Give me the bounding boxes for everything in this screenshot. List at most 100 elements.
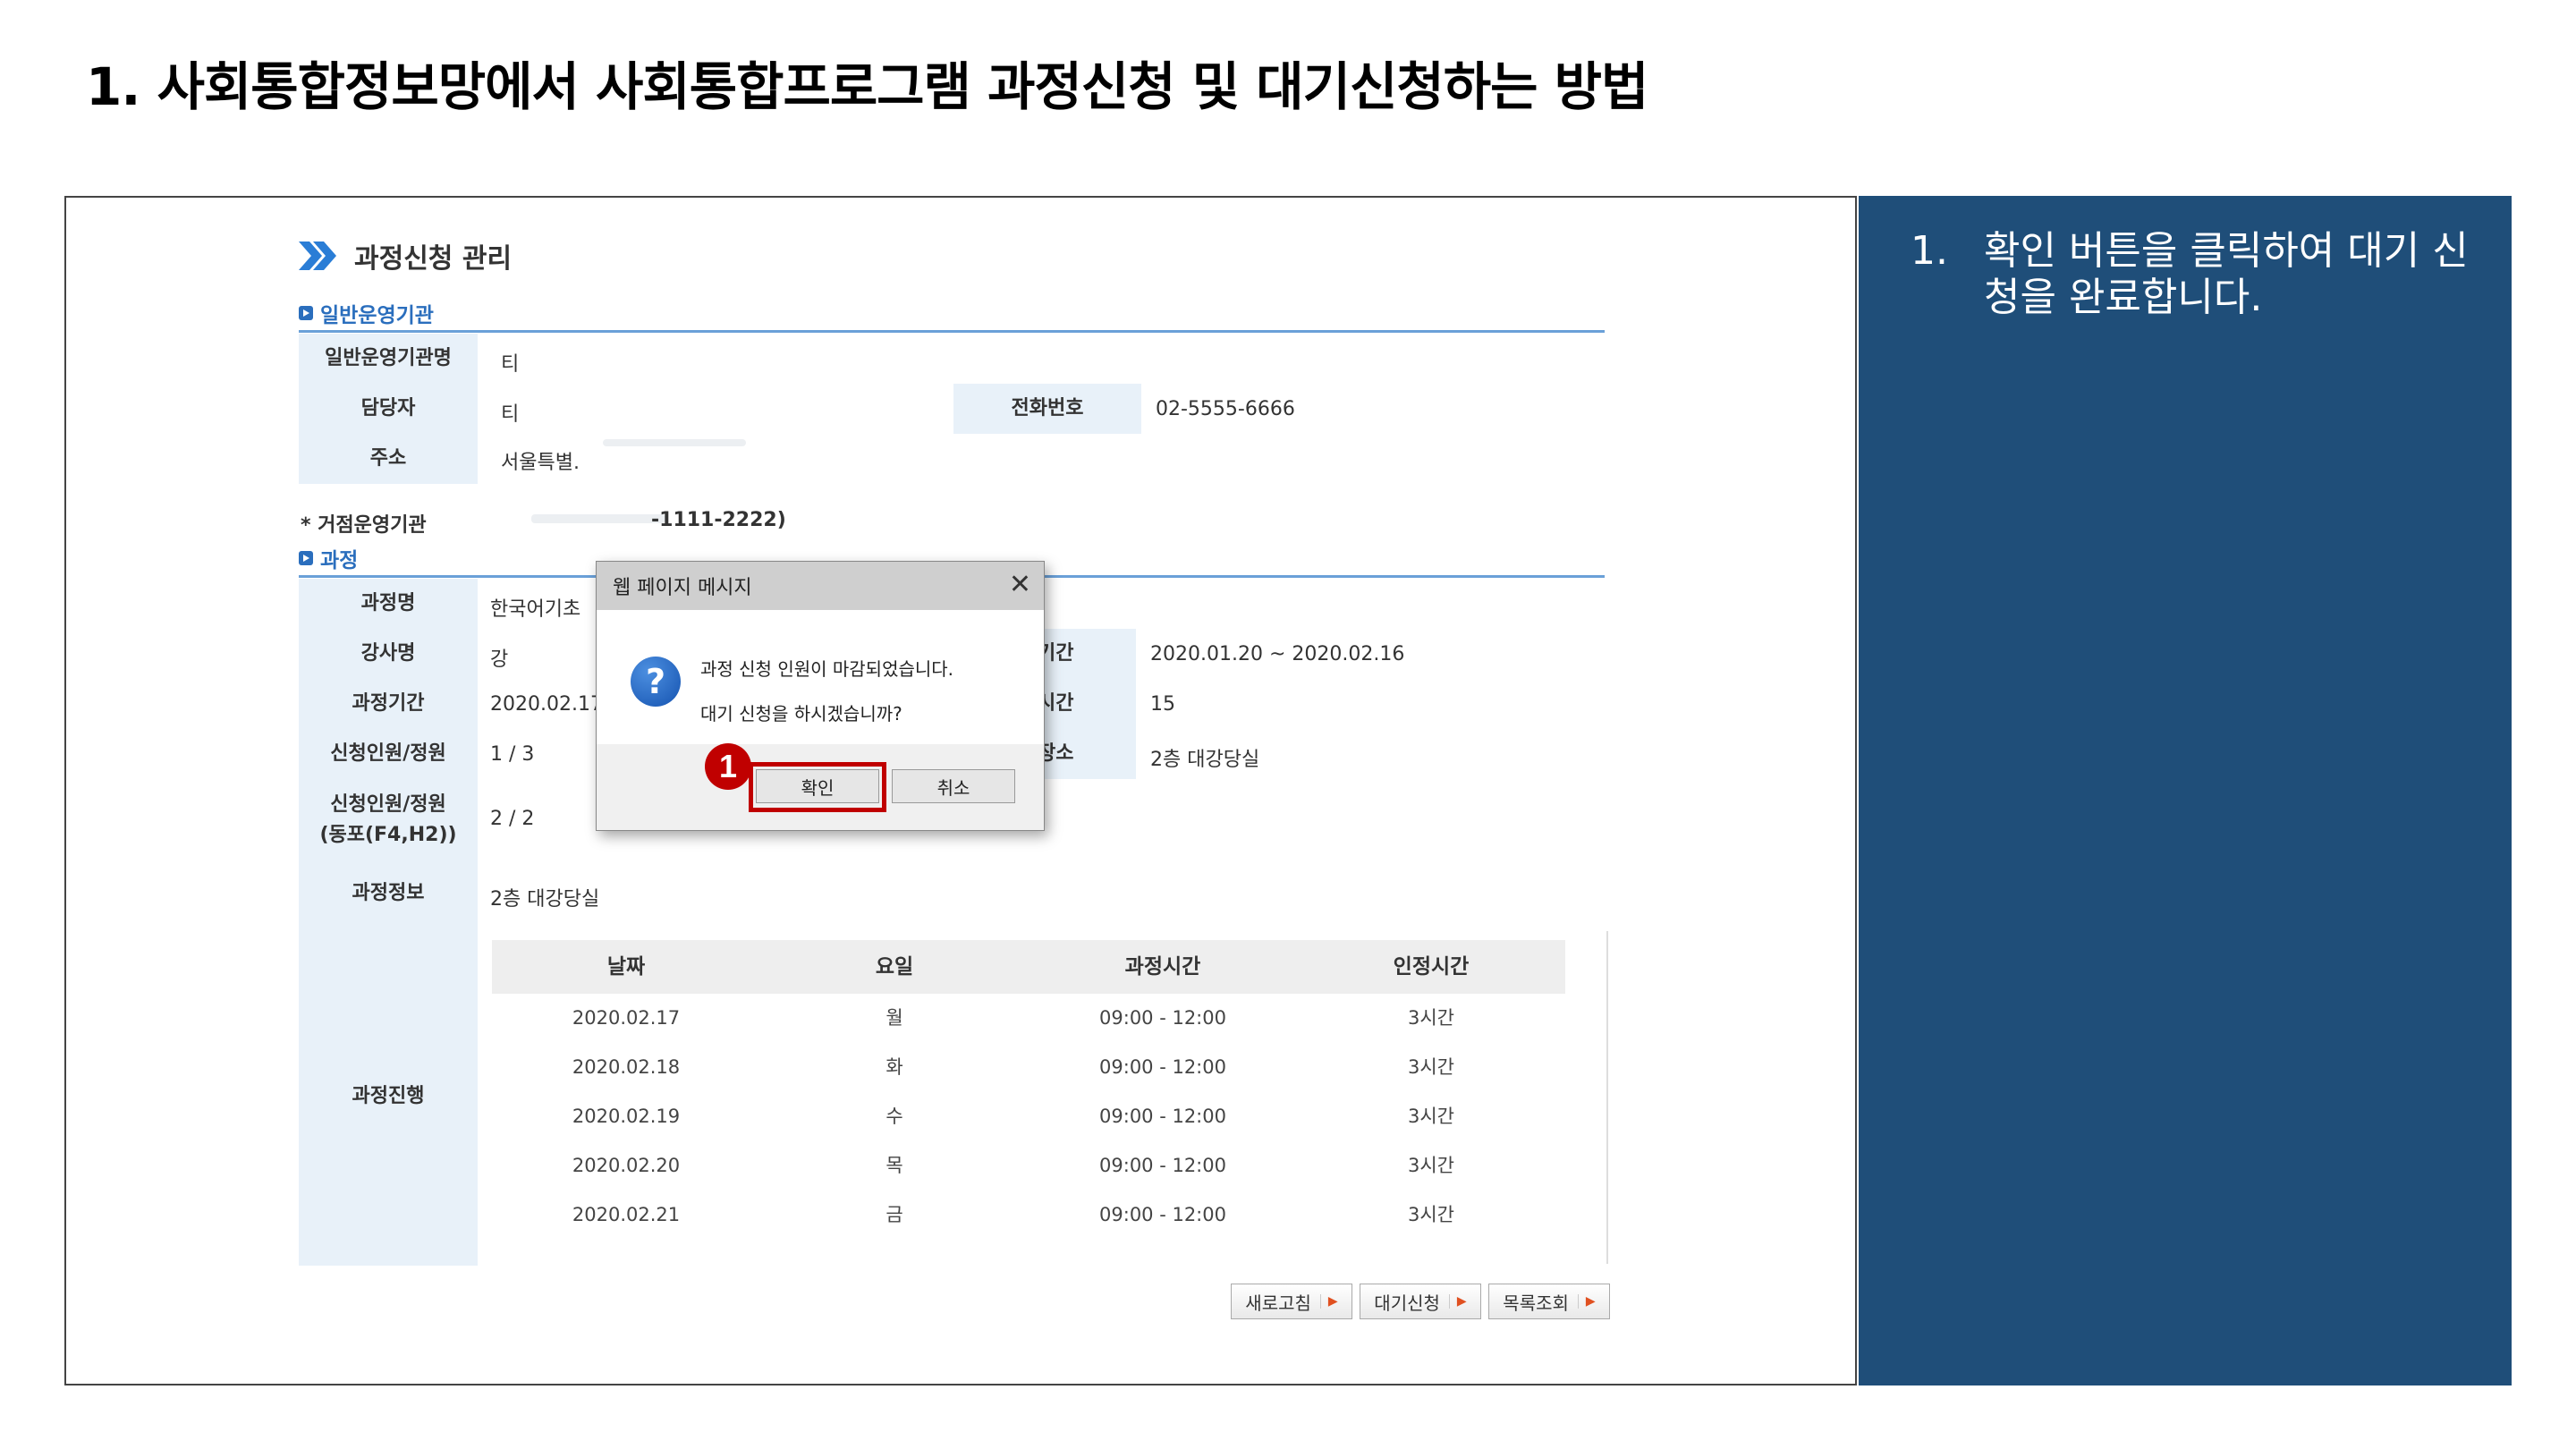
course-info-value: 2층 대강당실 bbox=[490, 888, 600, 911]
table-row: 2020.02.21 금 09:00 - 12:00 3시간 bbox=[492, 1191, 1565, 1240]
schedule-date: 2020.02.19 bbox=[572, 1106, 681, 1127]
schedule-header-day: 요일 bbox=[875, 955, 914, 979]
course-name-value: 한국어기초 bbox=[490, 598, 581, 621]
arrow-right-icon: ▶ bbox=[1448, 1294, 1467, 1309]
section-divider bbox=[299, 330, 1605, 333]
dialog-message-1: 과정 신청 인원이 마감되었습니다. bbox=[700, 658, 954, 680]
course-progress-label: 과정진행 bbox=[299, 928, 478, 1266]
schedule-credit: 3시간 bbox=[1407, 1155, 1454, 1176]
arrow-right-icon: ▶ bbox=[1319, 1294, 1338, 1309]
schedule-day: 월 bbox=[886, 1007, 903, 1029]
section-course: 과정 bbox=[299, 543, 358, 573]
place-label: 장소 bbox=[1038, 729, 1136, 779]
course-name-label: 과정명 bbox=[299, 579, 478, 629]
schedule-time: 09:00 - 12:00 bbox=[1099, 1106, 1226, 1127]
course-period-value: 2020.02.17 bbox=[490, 693, 603, 716]
redacted-area bbox=[603, 439, 746, 446]
section-bullet-icon bbox=[299, 551, 313, 565]
schedule-time: 09:00 - 12:00 bbox=[1099, 1204, 1226, 1225]
hub-org-phone: -1111-2222) bbox=[651, 509, 786, 531]
schedule-table: 날짜 요일 과정시간 인정시간 2020.02.17 월 09:00 - 12:… bbox=[492, 940, 1565, 1240]
schedule-header-time: 과정시간 bbox=[1124, 955, 1201, 979]
schedule-date: 2020.02.20 bbox=[572, 1155, 681, 1176]
redacted-area bbox=[531, 514, 665, 523]
web-page-message-dialog: 웹 페이지 메시지 ✕ ? 과정 신청 인원이 마감되었습니다. 대기 신청을 … bbox=[596, 561, 1045, 831]
org-name-value: 티 bbox=[501, 353, 520, 376]
course-period-label: 과정기간 bbox=[299, 679, 478, 729]
instructor-value: 강 bbox=[490, 648, 509, 671]
schedule-credit: 3시간 bbox=[1407, 1056, 1454, 1078]
arrow-right-icon: ▶ bbox=[1577, 1294, 1596, 1309]
schedule-time: 09:00 - 12:00 bbox=[1099, 1056, 1226, 1078]
schedule-day: 목 bbox=[886, 1155, 903, 1176]
schedule-time: 09:00 - 12:00 bbox=[1099, 1155, 1226, 1176]
refresh-button-label: 새로고침 bbox=[1245, 1292, 1311, 1314]
section-bullet-icon bbox=[299, 306, 313, 320]
apply-count-value: 1 / 3 bbox=[490, 743, 535, 766]
hours-label: 시간 bbox=[1038, 679, 1136, 729]
section-general-org: 일반운영기관 bbox=[299, 298, 434, 328]
apply-count-f4-label-line1: 신청인원/정원 bbox=[330, 793, 446, 816]
phone-value: 02-5555-6666 bbox=[1156, 398, 1295, 420]
waitlist-button[interactable]: 대기신청 ▶ bbox=[1360, 1284, 1481, 1319]
dialog-message-2: 대기 신청을 하시겠습니까? bbox=[700, 703, 902, 724]
schedule-credit: 3시간 bbox=[1407, 1007, 1454, 1029]
schedule-date: 2020.02.17 bbox=[572, 1007, 681, 1029]
instruction-panel: 1. 확인 버튼을 클릭하여 대기 신청을 완료합니다. bbox=[1859, 196, 2512, 1385]
instruction-number: 1. bbox=[1911, 228, 1948, 274]
apply-count-f4-label-line2: (동포(F4,H2)) bbox=[319, 824, 457, 846]
page-title: 과정신청 관리 bbox=[354, 243, 513, 275]
table-row: 2020.02.18 화 09:00 - 12:00 3시간 bbox=[492, 1043, 1565, 1092]
phone-label: 전화번호 bbox=[953, 384, 1141, 434]
section-general-label: 일반운영기관 bbox=[320, 304, 434, 327]
dialog-title-bar: 웹 페이지 메시지 ✕ bbox=[597, 562, 1044, 610]
schedule-header-row: 날짜 요일 과정시간 인정시간 bbox=[492, 940, 1565, 994]
table-row: 2020.02.19 수 09:00 - 12:00 3시간 bbox=[492, 1092, 1565, 1141]
schedule-header-date: 날짜 bbox=[606, 955, 646, 979]
address-label: 주소 bbox=[299, 434, 478, 484]
page-header: 과정신청 관리 bbox=[299, 233, 512, 278]
instructor-label: 강사명 bbox=[299, 629, 478, 679]
question-icon: ? bbox=[631, 657, 681, 707]
slide-title: 1. 사회통합정보망에서 사회통합프로그램 과정신청 및 대기신청하는 방법 bbox=[86, 56, 1648, 117]
schedule-date: 2020.02.21 bbox=[572, 1204, 681, 1225]
table-border bbox=[1606, 931, 1608, 1264]
schedule-day: 금 bbox=[886, 1204, 903, 1225]
dialog-body: ? 과정 신청 인원이 마감되었습니다. 대기 신청을 하시겠습니까? bbox=[597, 610, 1044, 744]
hub-org-note: * 거점운영기관 bbox=[301, 514, 427, 537]
address-value: 서울특별. bbox=[501, 452, 580, 474]
screenshot-frame: 과정신청 관리 일반운영기관 일반운영기관명 티 담당자 티 전화번호 02-5… bbox=[64, 196, 1857, 1385]
close-icon[interactable]: ✕ bbox=[1009, 569, 1031, 600]
step-badge: 1 bbox=[705, 743, 751, 790]
apply-period-value: 2020.01.20 ~ 2020.02.16 bbox=[1150, 643, 1405, 665]
apply-period-label: 기간 bbox=[1038, 629, 1136, 679]
double-chevron-icon bbox=[299, 242, 336, 270]
schedule-header-credit: 인정시간 bbox=[1393, 955, 1470, 979]
schedule-credit: 3시간 bbox=[1407, 1106, 1454, 1127]
apply-count-label: 신청인원/정원 bbox=[299, 729, 478, 779]
cancel-button[interactable]: 취소 bbox=[892, 769, 1015, 803]
ok-button-highlight bbox=[749, 762, 886, 812]
waitlist-button-label: 대기신청 bbox=[1374, 1292, 1440, 1314]
org-name-label: 일반운영기관명 bbox=[299, 334, 478, 384]
hours-value: 15 bbox=[1150, 693, 1175, 716]
manager-label: 담당자 bbox=[299, 384, 478, 434]
apply-count-f4-value: 2 / 2 bbox=[490, 808, 535, 830]
schedule-day: 수 bbox=[886, 1106, 903, 1127]
schedule-day: 화 bbox=[886, 1056, 903, 1078]
section-course-label: 과정 bbox=[320, 549, 359, 572]
schedule-time: 09:00 - 12:00 bbox=[1099, 1007, 1226, 1029]
schedule-date: 2020.02.18 bbox=[572, 1056, 681, 1078]
dialog-title: 웹 페이지 메시지 bbox=[613, 577, 752, 599]
manager-value: 티 bbox=[501, 403, 520, 426]
apply-count-f4-label: 신청인원/정원 (동포(F4,H2)) bbox=[299, 779, 478, 860]
course-info-label: 과정정보 bbox=[299, 860, 478, 928]
table-row: 2020.02.20 목 09:00 - 12:00 3시간 bbox=[492, 1141, 1565, 1191]
table-row: 2020.02.17 월 09:00 - 12:00 3시간 bbox=[492, 994, 1565, 1043]
instruction-text: 확인 버튼을 클릭하여 대기 신청을 완료합니다. bbox=[1984, 228, 2469, 320]
list-button[interactable]: 목록조회 ▶ bbox=[1488, 1284, 1610, 1319]
list-button-label: 목록조회 bbox=[1503, 1292, 1569, 1314]
place-value: 2층 대강당실 bbox=[1150, 749, 1260, 771]
refresh-button[interactable]: 새로고침 ▶ bbox=[1231, 1284, 1352, 1319]
schedule-credit: 3시간 bbox=[1407, 1204, 1454, 1225]
